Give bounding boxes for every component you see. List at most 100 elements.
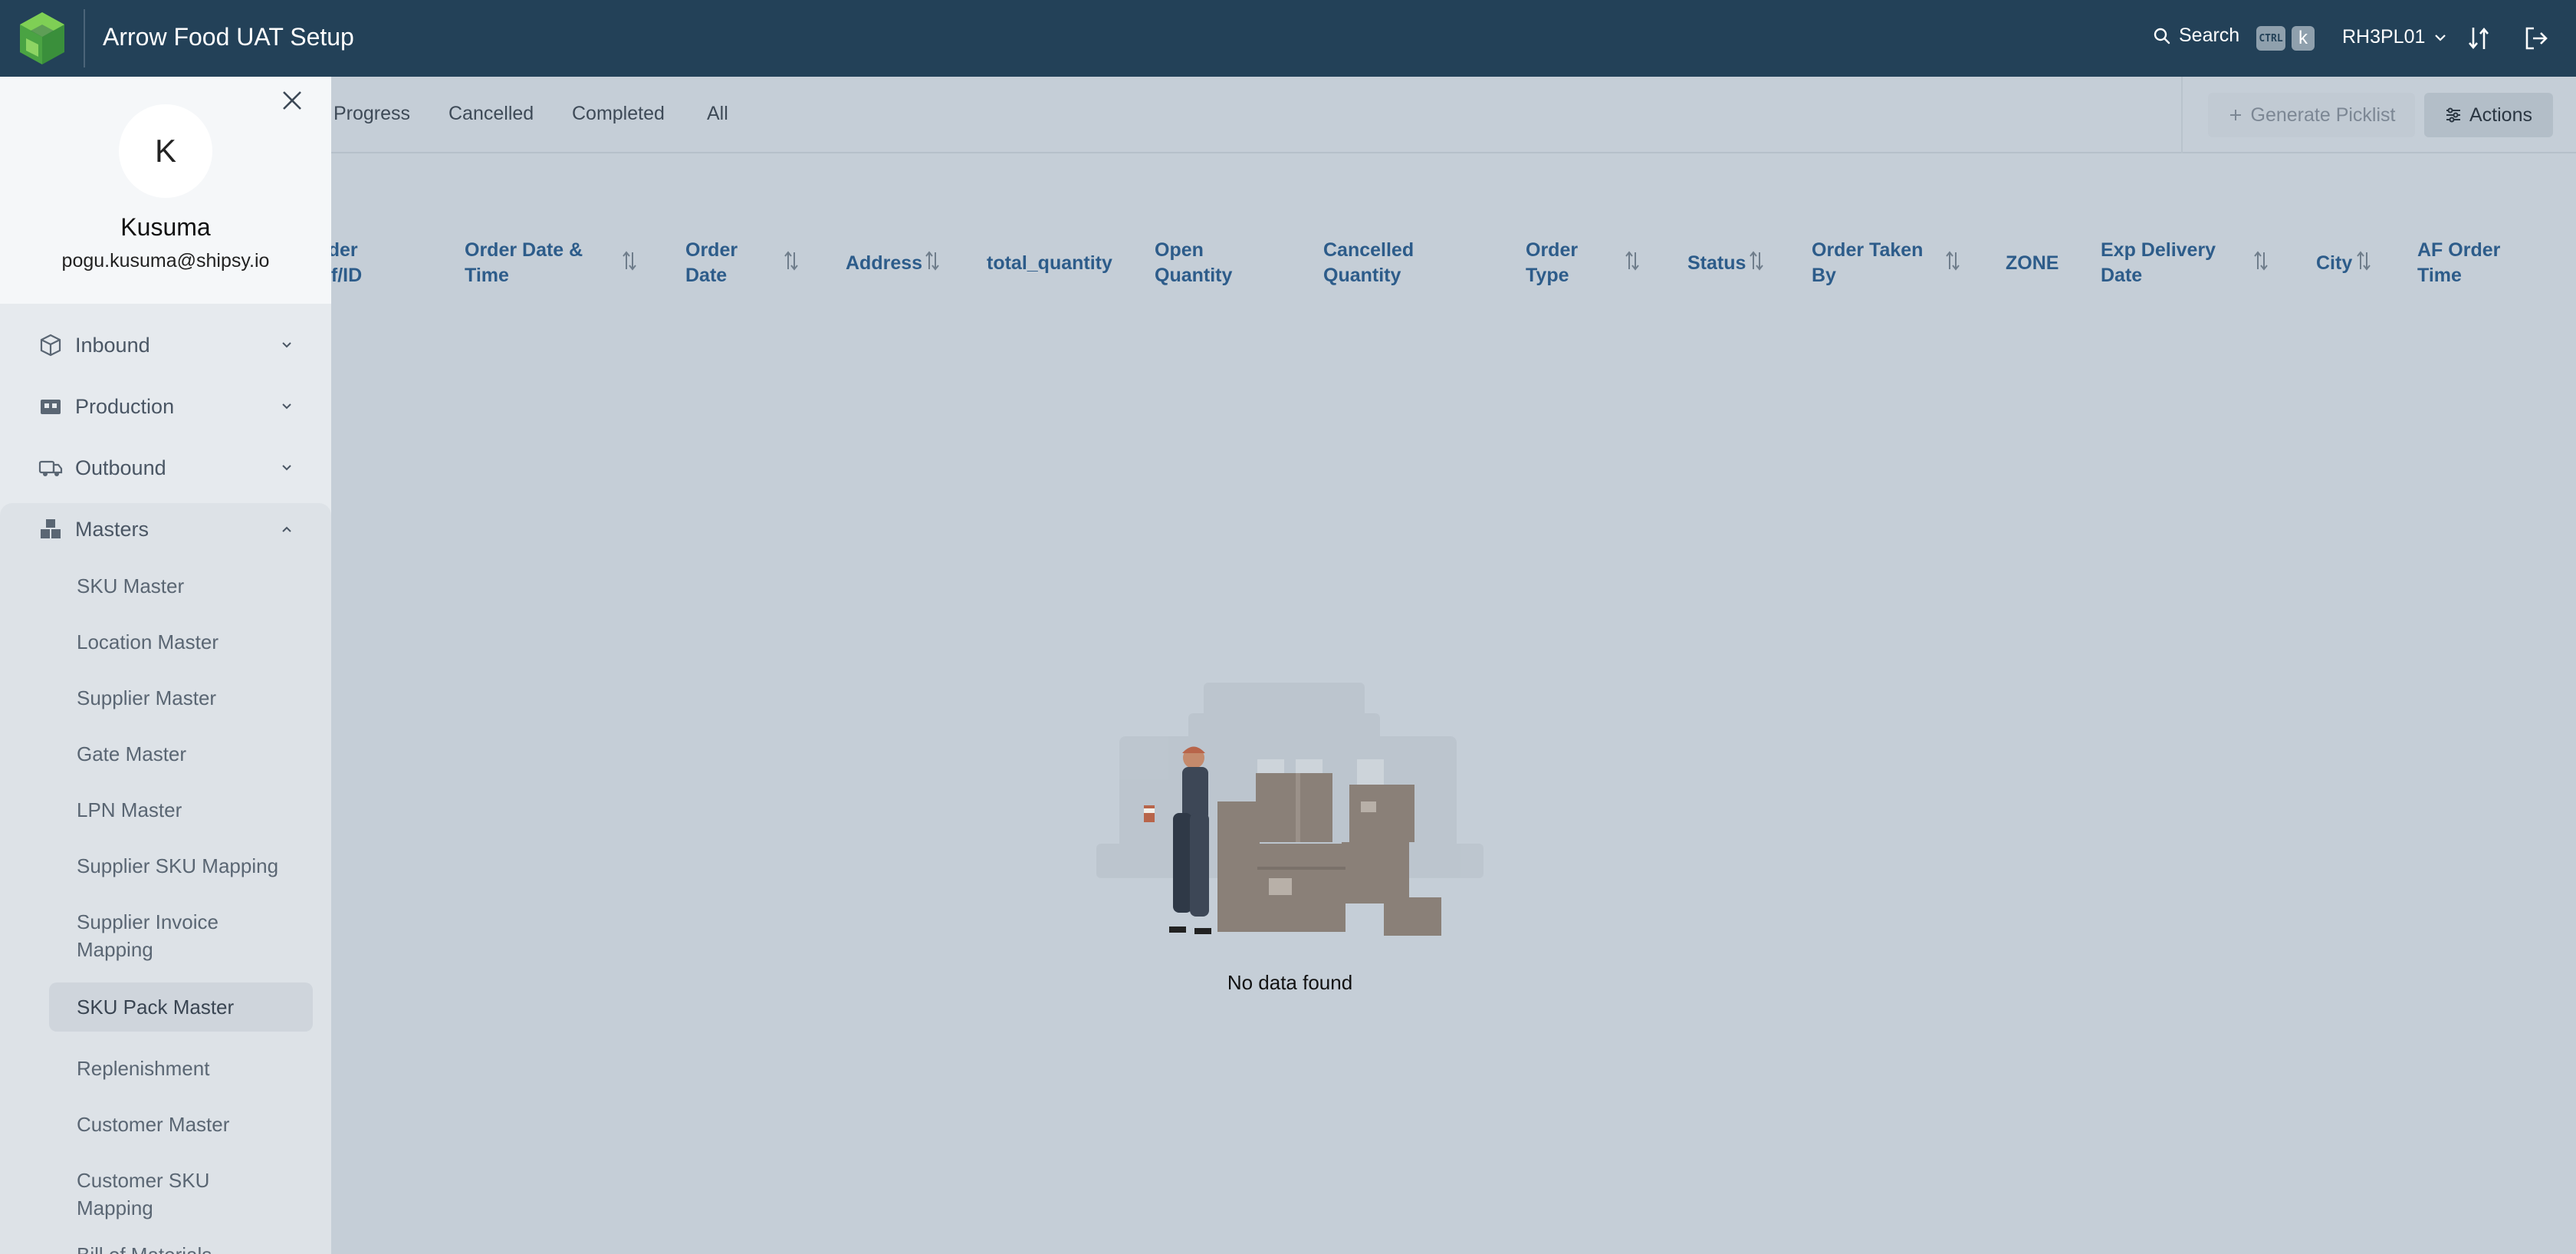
box-icon — [40, 334, 61, 357]
sort-arrows-icon[interactable] — [621, 249, 638, 272]
warehouse-label: RH3PL01 — [2342, 26, 2426, 48]
sort-arrows-icon[interactable] — [1624, 249, 1641, 272]
app-logo-icon[interactable] — [17, 11, 67, 66]
tab-all[interactable]: All — [707, 103, 728, 125]
sidebar-item-inbound[interactable]: Inbound — [0, 314, 331, 376]
user-name: Kusuma — [120, 213, 211, 241]
truck-icon — [38, 460, 63, 476]
col-af-order-time-line2: Time — [2417, 265, 2462, 286]
sidebar-subitem-supplier-invoice-mapping[interactable]: Supplier Invoice Mapping — [49, 908, 313, 963]
logout-icon[interactable] — [2523, 25, 2549, 51]
col-order-taken-by[interactable]: Order Taken By — [1812, 238, 1923, 288]
col-order-type[interactable]: Order Type — [1526, 238, 1578, 288]
col-address[interactable]: Address — [846, 251, 922, 276]
sidebar-subitem-supplier-sku-mapping[interactable]: Supplier SKU Mapping — [49, 852, 313, 880]
sort-arrows-icon[interactable] — [924, 249, 941, 272]
empty-state-text: No data found — [1227, 971, 1353, 994]
sidebar-drawer: K Kusuma pogu.kusuma@shipsy.io Inbound P… — [0, 77, 331, 1254]
col-order-type-line2: Type — [1526, 265, 1569, 286]
sidebar-subitem-lpn-master[interactable]: LPN Master — [49, 796, 313, 824]
sidebar-subitem-label: Supplier Invoice — [77, 910, 219, 933]
sidebar-subitem-gate-master[interactable]: Gate Master — [49, 740, 313, 768]
search-button[interactable]: Search — [2153, 25, 2239, 47]
actions-label: Actions — [2469, 104, 2532, 126]
col-order-type-line1: Order — [1526, 239, 1579, 261]
factory-icon — [41, 400, 61, 414]
col-order-date-line2: Date — [685, 265, 728, 286]
sort-icon[interactable] — [2467, 25, 2490, 52]
chevron-down-icon — [282, 403, 291, 410]
chevron-down-icon — [282, 342, 291, 348]
user-email: pogu.kusuma@shipsy.io — [61, 250, 270, 272]
app-title: Arrow Food UAT Setup — [103, 23, 354, 51]
sidebar-subitem-customer-master[interactable]: Customer Master — [49, 1111, 313, 1138]
sort-arrows-icon[interactable] — [2252, 249, 2269, 272]
kbd-k: k — [2292, 26, 2315, 51]
sidebar-item-label: Masters — [75, 517, 150, 541]
col-city[interactable]: City — [2316, 251, 2352, 276]
empty-state-illustration — [1096, 683, 1484, 936]
sidebar-item-production[interactable]: Production — [0, 376, 331, 437]
sort-arrows-icon[interactable] — [2355, 249, 2372, 272]
boxes-icon — [41, 519, 61, 538]
close-icon[interactable] — [281, 89, 304, 112]
logo-divider — [84, 9, 85, 67]
warehouse-selector[interactable]: RH3PL01 — [2342, 26, 2448, 48]
sidebar-subitem-sku-master[interactable]: SKU Master — [49, 572, 313, 600]
col-order-taken-by-line1: Order Taken — [1812, 239, 1924, 261]
top-bar: Arrow Food UAT Setup Search CTRL k RH3PL… — [0, 0, 2576, 77]
sort-arrows-icon[interactable] — [1748, 249, 1765, 272]
sidebar-subitem-customer-sku-mapping[interactable]: Customer SKU Mapping — [49, 1167, 313, 1222]
tab-cancelled[interactable]: Cancelled — [449, 103, 534, 125]
sidebar-item-outbound[interactable]: Outbound — [0, 437, 331, 499]
sidebar-item-masters[interactable]: Masters — [0, 499, 331, 560]
col-af-order-time-line1: AF Order — [2417, 239, 2501, 261]
col-status[interactable]: Status — [1687, 251, 1746, 276]
col-af-order-time[interactable]: AF Order Time — [2417, 238, 2500, 288]
col-order-date-time[interactable]: Order Date & Time — [465, 238, 583, 288]
sidebar-subitem-replenishment[interactable]: Replenishment — [49, 1055, 313, 1082]
sort-arrows-icon[interactable] — [783, 249, 800, 272]
sidebar-subitem-supplier-master[interactable]: Supplier Master — [49, 684, 313, 712]
profile-section: K Kusuma pogu.kusuma@shipsy.io — [0, 77, 331, 304]
chevron-up-icon — [282, 526, 291, 532]
sort-arrows-icon[interactable] — [1944, 249, 1961, 272]
sidebar-subitem-location-master[interactable]: Location Master — [49, 628, 313, 656]
plus-icon — [2229, 110, 2241, 120]
col-open-quantity-line2: Quantity — [1155, 265, 1233, 286]
col-total-quantity[interactable]: total_quantity — [987, 251, 1112, 276]
chevron-down-icon — [282, 465, 291, 471]
search-icon — [2154, 28, 2170, 44]
col-order-date[interactable]: Order Date — [685, 238, 738, 288]
sidebar-item-label: Inbound — [75, 333, 150, 357]
sidebar-subitem-label: Mapping — [77, 1196, 153, 1219]
search-label: Search — [2179, 25, 2240, 46]
sidebar-subitem-sku-pack-master[interactable]: SKU Pack Master — [49, 982, 313, 1032]
col-order-date-time-line1: Order Date & — [465, 239, 583, 261]
col-open-quantity[interactable]: Open Quantity — [1155, 238, 1232, 288]
kbd-ctrl: CTRL — [2256, 26, 2285, 51]
col-exp-delivery-date-line2: Date — [2101, 265, 2143, 286]
sidebar-subitem-label: Mapping — [77, 938, 153, 961]
sidebar-subitem-bill-of-materials[interactable]: Bill of Materials — [49, 1241, 313, 1254]
actions-button[interactable]: Actions — [2424, 93, 2553, 137]
col-exp-delivery-date[interactable]: Exp Delivery Date — [2101, 238, 2216, 288]
tab-progress[interactable]: Progress — [334, 103, 410, 125]
sidebar-subitem-label: Customer SKU — [77, 1169, 210, 1192]
sidebar-item-label: Outbound — [75, 456, 166, 479]
chevron-down-icon — [2435, 34, 2446, 41]
col-exp-delivery-date-line1: Exp Delivery — [2101, 239, 2216, 261]
col-open-quantity-line1: Open — [1155, 239, 1204, 261]
col-cancelled-quantity[interactable]: Cancelled Quantity — [1323, 238, 1414, 288]
avatar: K — [119, 104, 212, 198]
generate-picklist-button[interactable]: Generate Picklist — [2208, 93, 2415, 137]
col-zone[interactable]: ZONE — [2006, 251, 2058, 276]
toolbar-divider — [2181, 77, 2183, 153]
col-order-taken-by-line2: By — [1812, 265, 1836, 286]
col-order-date-time-line2: Time — [465, 265, 509, 286]
generate-picklist-label: Generate Picklist — [2250, 104, 2396, 126]
col-cancelled-quantity-line2: Quantity — [1323, 265, 1401, 286]
col-order-date-line1: Order — [685, 239, 738, 261]
tab-completed[interactable]: Completed — [572, 103, 665, 125]
sidebar-item-label: Production — [75, 394, 175, 418]
